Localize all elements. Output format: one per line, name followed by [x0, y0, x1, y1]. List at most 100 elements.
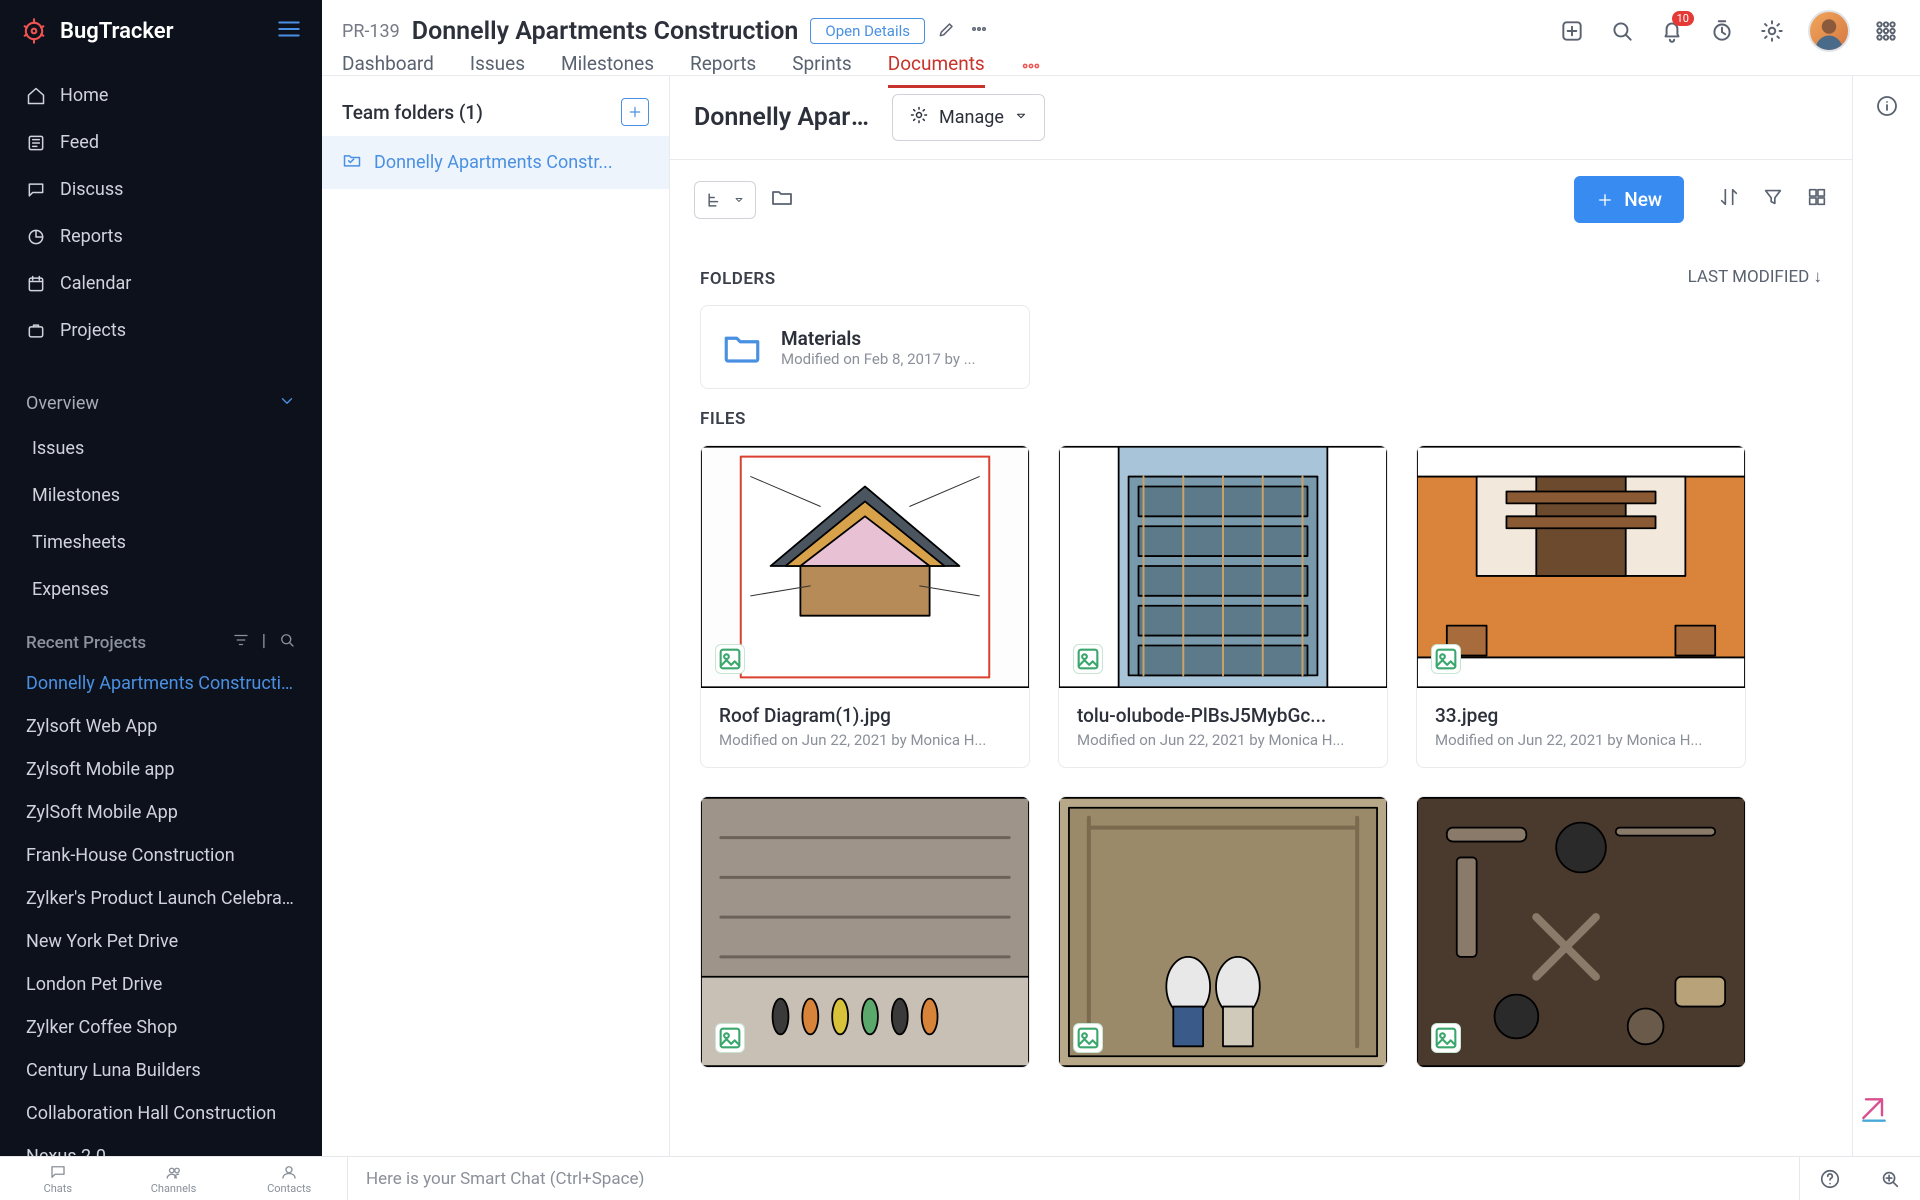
overview-section: Overview Issues Milestones Timesheets Ex… — [0, 364, 322, 613]
discuss-icon — [26, 180, 46, 200]
sort-toggle[interactable]: LAST MODIFIED ↓ — [1688, 267, 1822, 287]
folder-meta: Modified on Feb 8, 2017 by ... — [781, 350, 976, 368]
recent-project-item[interactable]: Donnelly Apartments Construction — [0, 662, 322, 705]
recent-projects-header: Recent Projects | — [0, 613, 322, 662]
recent-project-item[interactable]: Collaboration Hall Construction — [0, 1092, 322, 1135]
nav-projects[interactable]: Projects — [0, 307, 322, 354]
recent-project-item[interactable]: Zylsoft Mobile app — [0, 748, 322, 791]
recent-project-item[interactable]: London Pet Drive — [0, 963, 322, 1006]
team-folder-item[interactable]: Donnelly Apartments Constr... — [322, 136, 669, 189]
search-icon[interactable] — [1608, 17, 1636, 45]
recent-project-item[interactable]: Zylsoft Web App — [0, 705, 322, 748]
view-selector[interactable] — [694, 181, 756, 219]
folder-name: Materials — [781, 327, 976, 350]
bottom-bar: Chats Channels Contacts Here is your Sma… — [0, 1156, 1920, 1200]
recent-project-item[interactable]: Frank-House Construction — [0, 834, 322, 877]
right-rail — [1852, 76, 1920, 1156]
timer-icon[interactable] — [1708, 17, 1736, 45]
nav-discuss[interactable]: Discuss — [0, 166, 322, 213]
file-card[interactable] — [700, 796, 1030, 1068]
edit-icon[interactable] — [937, 19, 957, 43]
overview-milestones[interactable]: Milestones — [0, 472, 322, 519]
team-folders-title: Team folders (1) — [342, 101, 483, 124]
recent-project-item[interactable]: Nexus 2.0 — [0, 1135, 322, 1156]
file-card[interactable] — [1416, 796, 1746, 1068]
recent-project-item[interactable]: Zylker Coffee Shop — [0, 1006, 322, 1049]
notifications-icon[interactable]: 10 — [1658, 17, 1686, 45]
folder-outline-icon[interactable] — [770, 185, 794, 215]
assistant-button[interactable] — [1854, 1090, 1894, 1130]
file-thumbnail — [1417, 446, 1745, 688]
folder-icon — [342, 150, 362, 175]
project-title: Donnelly Apartments Construction — [412, 17, 799, 46]
nav-home[interactable]: Home — [0, 72, 322, 119]
file-meta: Modified on Jun 22, 2021 by Monica H... — [1077, 731, 1369, 749]
image-type-icon — [715, 1023, 745, 1053]
image-type-icon — [1431, 1023, 1461, 1053]
topbar: PR-139 Donnelly Apartments Construction … — [322, 0, 1920, 76]
new-button[interactable]: New — [1574, 176, 1684, 223]
file-name: tolu-olubode-PlBsJ5MybGc... — [1077, 704, 1369, 727]
bottom-tab-channels[interactable]: Channels — [116, 1157, 232, 1200]
files-heading: FILES — [700, 409, 1822, 429]
filter-icon[interactable] — [232, 631, 250, 654]
file-thumbnail — [1417, 797, 1745, 1067]
add-folder-button[interactable] — [621, 98, 649, 126]
search-icon[interactable] — [278, 631, 296, 654]
file-card[interactable] — [1058, 796, 1388, 1068]
main: PR-139 Donnelly Apartments Construction … — [322, 0, 1920, 1156]
folders-heading: FOLDERS — [700, 269, 776, 289]
file-card[interactable]: Roof Diagram(1).jpg Modified on Jun 22, … — [700, 445, 1030, 768]
overview-timesheets[interactable]: Timesheets — [0, 519, 322, 566]
home-icon — [26, 86, 46, 106]
folder-icon — [721, 326, 763, 368]
manage-button[interactable]: Manage — [892, 94, 1045, 141]
bottom-tab-contacts[interactable]: Contacts — [231, 1157, 347, 1200]
user-avatar[interactable] — [1808, 10, 1850, 52]
file-name: 33.jpeg — [1435, 704, 1727, 727]
feed-icon — [26, 133, 46, 153]
more-icon[interactable] — [969, 19, 989, 43]
folder-card[interactable]: Materials Modified on Feb 8, 2017 by ... — [700, 305, 1030, 389]
file-card[interactable]: 33.jpeg Modified on Jun 22, 2021 by Moni… — [1416, 445, 1746, 768]
recent-project-item[interactable]: Zylker's Product Launch Celebration — [0, 877, 322, 920]
open-details-button[interactable]: Open Details — [810, 18, 925, 44]
info-icon[interactable] — [1875, 94, 1899, 122]
projects-icon — [26, 321, 46, 341]
nav-reports[interactable]: Reports — [0, 213, 322, 260]
documents-toolbar: New — [670, 160, 1852, 239]
caret-down-icon — [1014, 107, 1028, 128]
quick-add-icon[interactable] — [1558, 17, 1586, 45]
project-id: PR-139 — [342, 21, 400, 42]
file-thumbnail — [701, 446, 1029, 688]
image-type-icon — [715, 644, 745, 674]
sidebar: BugTracker Home Feed Discuss Reports Cal… — [0, 0, 322, 1156]
file-thumbnail — [701, 797, 1029, 1067]
zoom-icon[interactable] — [1860, 1157, 1920, 1200]
grid-view-icon[interactable] — [1806, 186, 1828, 214]
sort-icon[interactable] — [1718, 186, 1740, 214]
recent-project-item[interactable]: Century Luna Builders — [0, 1049, 322, 1092]
gear-icon — [909, 105, 929, 130]
smart-chat-input[interactable]: Here is your Smart Chat (Ctrl+Space) — [348, 1157, 1799, 1200]
help-icon[interactable] — [1800, 1157, 1860, 1200]
team-folders-panel: Team folders (1) Donnelly Apartments Con… — [322, 76, 670, 1156]
brand-name: BugTracker — [60, 19, 174, 44]
file-card[interactable]: tolu-olubode-PlBsJ5MybGc... Modified on … — [1058, 445, 1388, 768]
recent-project-item[interactable]: ZylSoft Mobile App — [0, 791, 322, 834]
recent-project-item[interactable]: New York Pet Drive — [0, 920, 322, 963]
recent-projects-list: Donnelly Apartments Construction Zylsoft… — [0, 662, 322, 1156]
overview-issues[interactable]: Issues — [0, 425, 322, 472]
filter-funnel-icon[interactable] — [1762, 186, 1784, 214]
collapse-menu-icon[interactable] — [276, 16, 302, 46]
primary-nav: Home Feed Discuss Reports Calendar Proje… — [0, 62, 322, 364]
bottom-tab-chats[interactable]: Chats — [0, 1157, 116, 1200]
overview-expenses[interactable]: Expenses — [0, 566, 322, 613]
brand-logo-icon — [20, 17, 48, 45]
apps-icon[interactable] — [1872, 17, 1900, 45]
settings-icon[interactable] — [1758, 17, 1786, 45]
documents-area: Donnelly Apart... Manage — [670, 76, 1852, 1156]
nav-feed[interactable]: Feed — [0, 119, 322, 166]
overview-toggle[interactable]: Overview — [0, 382, 322, 425]
nav-calendar[interactable]: Calendar — [0, 260, 322, 307]
